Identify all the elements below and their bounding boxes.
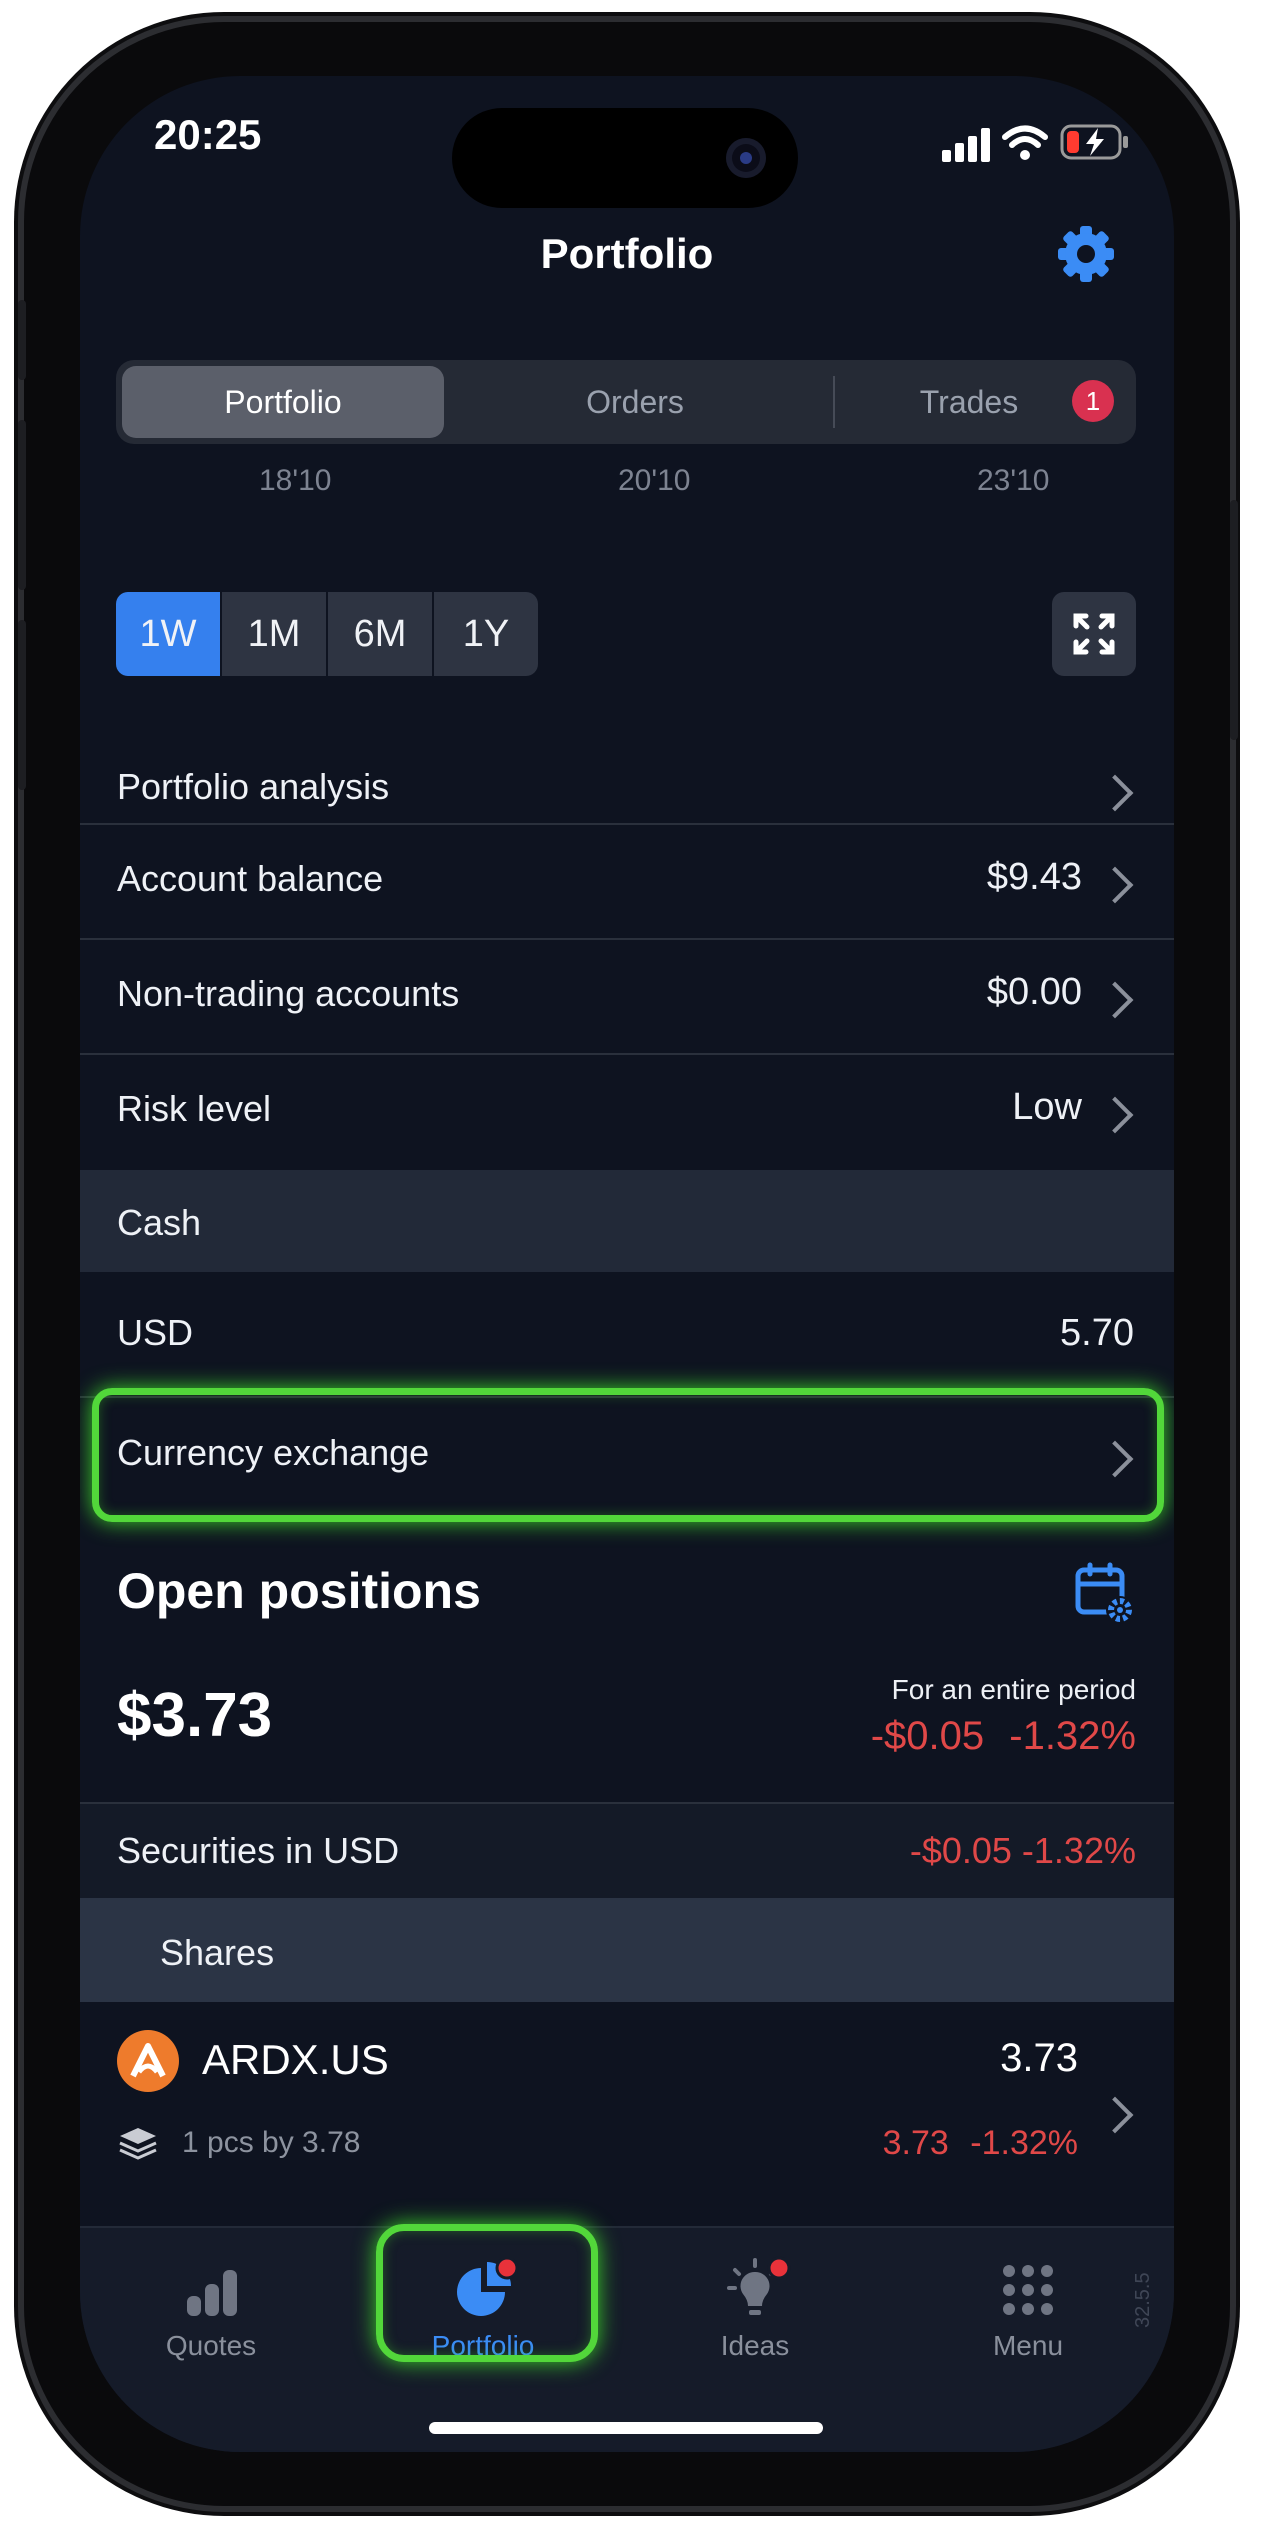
tab-portfolio[interactable]: Portfolio	[122, 366, 444, 438]
position-quantity: 1 pcs by 3.78	[182, 2126, 361, 2159]
range-1m-button[interactable]: 1M	[222, 592, 328, 676]
row-label: Non-trading accounts	[117, 973, 460, 1014]
battery-icon	[1060, 124, 1128, 160]
divider	[80, 823, 1174, 825]
power-button	[1230, 500, 1238, 740]
tab-menu[interactable]: Menu	[928, 2246, 1128, 2396]
non-trading-value: $0.00	[986, 971, 1082, 1013]
range-selector: 1W 1M 6M 1Y	[116, 592, 538, 676]
fullscreen-button[interactable]	[1052, 592, 1136, 676]
ardx-logo-icon	[117, 2030, 179, 2092]
position-change: 3.73 -1.32%	[883, 2124, 1078, 2163]
range-1w-button[interactable]: 1W	[116, 592, 222, 676]
volume-down-button	[18, 620, 26, 790]
chevron-right-icon	[1096, 774, 1134, 812]
highlight-frame	[92, 1388, 1164, 1522]
ticker: ARDX.US	[202, 2036, 389, 2083]
expand-icon	[1073, 613, 1115, 655]
chevron-right-icon	[1096, 2096, 1134, 2134]
portfolio-total: $3.73	[117, 1681, 273, 1750]
securities-usd-row[interactable]: Securities in USD -$0.05 -1.32%	[80, 1804, 1174, 1898]
divider	[80, 938, 1174, 940]
period-label: For an entire period	[891, 1674, 1136, 1705]
account-balance-value: $9.43	[986, 856, 1082, 898]
row-label: Portfolio analysis	[117, 766, 390, 807]
side-button	[18, 300, 26, 380]
row-label: Risk level	[117, 1088, 272, 1129]
volume-up-button	[18, 420, 26, 590]
stack-icon	[119, 2128, 157, 2160]
risk-level-row[interactable]: Risk level Low	[80, 1056, 1174, 1166]
calendar-settings-icon[interactable]	[1074, 1562, 1138, 1626]
camera-icon	[726, 138, 766, 178]
page-title: Portfolio	[540, 230, 714, 277]
segmented-control: Portfolio Orders Trades	[116, 360, 1136, 444]
risk-level-value: Low	[1012, 1086, 1082, 1128]
chevron-right-icon	[1096, 981, 1134, 1019]
signal-icon	[942, 128, 990, 162]
tab-ideas[interactable]: Ideas	[655, 2246, 855, 2396]
currency-label: USD	[117, 1312, 194, 1353]
trades-badge: 1	[1072, 380, 1114, 422]
position-value: 3.73	[1000, 2036, 1078, 2080]
portfolio-analysis-row[interactable]: Portfolio analysis	[80, 746, 1174, 832]
row-label: Account balance	[117, 858, 384, 899]
tab-orders[interactable]: Orders	[456, 366, 814, 438]
chevron-right-icon	[1096, 866, 1134, 904]
app-screen: 20:25 Portfolio Portfolio Orders Trades …	[80, 76, 1174, 2452]
position-price: 3.73	[882, 2124, 949, 2162]
chevron-right-icon	[1096, 1096, 1134, 1134]
status-time: 20:25	[154, 111, 262, 158]
lightbulb-icon	[727, 2256, 791, 2315]
grid-menu-icon	[1003, 2265, 1053, 2315]
open-positions-title: Open positions	[117, 1563, 481, 1619]
usd-cash-row: USD 5.70	[80, 1272, 1174, 1382]
non-trading-accounts-row[interactable]: Non-trading accounts $0.00	[80, 941, 1174, 1051]
row-label: Securities in USD	[117, 1830, 400, 1871]
version-label: 32.5.5	[1132, 2272, 1154, 2328]
highlight-frame	[376, 2224, 598, 2362]
position-row-ardx[interactable]: ARDX.US 3.73 1 pcs by 3.78 3.73 -1.32%	[80, 2002, 1174, 2226]
tab-label: Menu	[992, 2330, 1064, 2361]
range-6m-button[interactable]: 6M	[328, 592, 434, 676]
tab-label: Ideas	[720, 2330, 790, 2361]
divider	[80, 1053, 1174, 1055]
position-pct: -1.32%	[970, 2124, 1078, 2162]
tab-label: Quotes	[165, 2330, 257, 2361]
wifi-icon	[1002, 125, 1048, 160]
period-change-value: -$0.05 -1.32%	[871, 1714, 1136, 1759]
chart-date-label: 23'10	[977, 464, 1050, 497]
shares-section-header: Shares	[80, 1898, 1174, 2002]
cash-section-header: Cash	[80, 1170, 1174, 1272]
segment-divider	[833, 376, 835, 428]
chart-date-label: 18'10	[259, 464, 332, 497]
home-indicator	[429, 2422, 823, 2434]
settings-gear-icon[interactable]	[1056, 224, 1116, 284]
period-pct: -1.32%	[1009, 1714, 1136, 1758]
bar-chart-icon	[187, 2270, 237, 2316]
section-title: Shares	[160, 1932, 275, 1973]
account-balance-row[interactable]: Account balance $9.43	[80, 826, 1174, 936]
range-1y-button[interactable]: 1Y	[434, 592, 538, 676]
securities-change: -$0.05 -1.32%	[909, 1830, 1136, 1871]
tab-quotes[interactable]: Quotes	[111, 2246, 311, 2396]
usd-cash-value: 5.70	[1060, 1312, 1134, 1354]
chart-date-label: 20'10	[618, 464, 691, 497]
section-title: Cash	[117, 1202, 202, 1243]
period-change: -$0.05	[870, 1714, 985, 1758]
